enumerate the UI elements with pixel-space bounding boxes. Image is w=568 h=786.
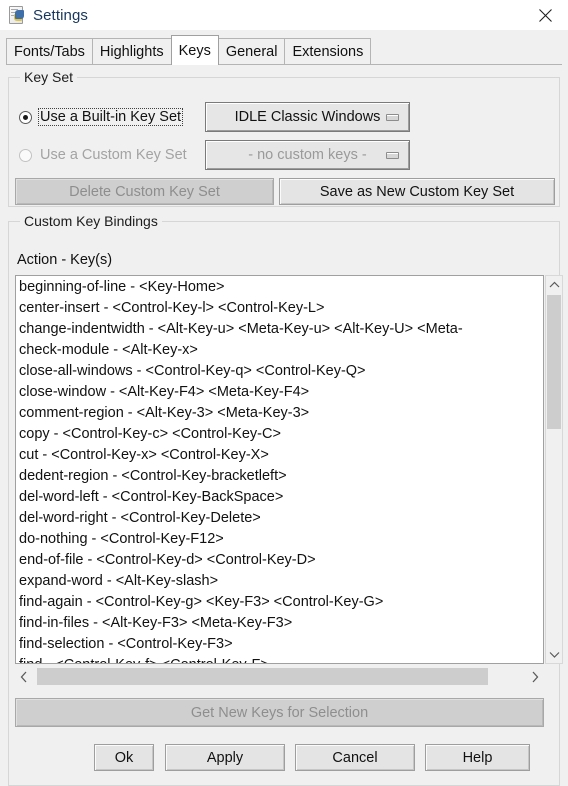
list-item[interactable]: check-module - <Alt-Key-x>: [19, 340, 543, 361]
ok-button-label: Ok: [114, 749, 134, 766]
builtin-keyset-label: Use a Built-in Key Set: [38, 108, 184, 126]
list-item[interactable]: close-all-windows - <Control-Key-q> <Con…: [19, 361, 543, 382]
list-item[interactable]: cut - <Control-Key-x> <Control-Key-X>: [19, 445, 543, 466]
custom-key-bindings-group-title: Custom Key Bindings: [20, 213, 162, 229]
python-idle-document-icon: [8, 6, 26, 24]
get-new-keys-button[interactable]: Get New Keys for Selection: [15, 698, 544, 727]
custom-keyset-dropdown[interactable]: - no custom keys -: [205, 140, 410, 170]
title-bar: Settings: [0, 0, 568, 30]
list-item[interactable]: find-in-files - <Alt-Key-F3> <Meta-Key-F…: [19, 613, 543, 634]
custom-key-bindings-group: Custom Key Bindings Action - Key(s) begi…: [8, 213, 563, 786]
list-item[interactable]: beginning-of-line - <Key-Home>: [19, 277, 543, 298]
tab-highlights[interactable]: Highlights: [91, 38, 172, 65]
key-bindings-rows: beginning-of-line - <Key-Home> center-in…: [19, 277, 543, 663]
custom-keyset-dropdown-value: - no custom keys -: [248, 147, 367, 163]
list-item[interactable]: del-word-right - <Control-Key-Delete>: [19, 508, 543, 529]
tab-label: Keys: [178, 42, 211, 59]
list-item[interactable]: find - <Control-Key-f> <Control-Key-F>: [19, 655, 543, 663]
delete-custom-keyset-button[interactable]: Delete Custom Key Set: [15, 178, 274, 205]
save-as-new-custom-keyset-button[interactable]: Save as New Custom Key Set: [279, 178, 555, 205]
help-button[interactable]: Help: [425, 744, 530, 771]
settings-tabs: Fonts/Tabs Highlights Keys General Exten…: [0, 30, 568, 65]
chevron-up-icon[interactable]: [546, 276, 562, 293]
tab-label: General: [225, 44, 278, 60]
tab-label: Fonts/Tabs: [14, 44, 85, 60]
delete-custom-keyset-label: Delete Custom Key Set: [69, 183, 220, 200]
builtin-keyset-radio-row[interactable]: Use a Built-in Key Set: [19, 108, 184, 126]
list-item[interactable]: close-window - <Alt-Key-F4> <Meta-Key-F4…: [19, 382, 543, 403]
window-title: Settings: [33, 6, 88, 24]
list-item[interactable]: end-of-file - <Control-Key-d> <Control-K…: [19, 550, 543, 571]
close-window-button[interactable]: [522, 0, 568, 30]
cancel-button[interactable]: Cancel: [295, 744, 415, 771]
key-bindings-listbox[interactable]: beginning-of-line - <Key-Home> center-in…: [15, 275, 544, 664]
custom-keyset-radio[interactable]: [19, 148, 32, 162]
builtin-keyset-dropdown[interactable]: IDLE Classic Windows: [205, 102, 410, 132]
list-item[interactable]: center-insert - <Control-Key-l> <Control…: [19, 298, 543, 319]
list-item[interactable]: do-nothing - <Control-Key-F12>: [19, 529, 543, 550]
tab-keys[interactable]: Keys: [170, 35, 219, 65]
tab-label: Extensions: [292, 44, 364, 60]
tab-fonts-tabs[interactable]: Fonts/Tabs: [6, 38, 93, 65]
vertical-scrollbar-thumb[interactable]: [547, 295, 561, 429]
key-set-group: Key Set Use a Built-in Key Set IDLE Clas…: [8, 69, 560, 207]
key-set-group-title: Key Set: [20, 69, 78, 85]
action-keys-column-header: Action - Key(s): [17, 252, 113, 268]
save-as-new-custom-keyset-label: Save as New Custom Key Set: [319, 183, 515, 200]
dropdown-indicator-icon: [386, 152, 399, 159]
help-button-label: Help: [462, 749, 493, 766]
builtin-keyset-dropdown-value: IDLE Classic Windows: [234, 109, 381, 125]
list-horizontal-scrollbar[interactable]: [15, 666, 544, 688]
apply-button[interactable]: Apply: [165, 744, 285, 771]
chevron-left-icon[interactable]: [15, 666, 33, 688]
list-item[interactable]: comment-region - <Alt-Key-3> <Meta-Key-3…: [19, 403, 543, 424]
list-item[interactable]: dedent-region - <Control-Key-bracketleft…: [19, 466, 543, 487]
custom-keyset-radio-row[interactable]: Use a Custom Key Set: [19, 146, 189, 164]
list-item[interactable]: find-again - <Control-Key-g> <Key-F3> <C…: [19, 592, 543, 613]
list-item[interactable]: copy - <Control-Key-c> <Control-Key-C>: [19, 424, 543, 445]
tab-general[interactable]: General: [217, 38, 286, 65]
chevron-right-icon[interactable]: [526, 666, 544, 688]
apply-button-label: Apply: [206, 749, 244, 766]
horizontal-scrollbar-thumb[interactable]: [37, 668, 488, 685]
tab-label: Highlights: [99, 44, 164, 60]
list-vertical-scrollbar[interactable]: [545, 275, 563, 664]
list-item[interactable]: del-word-left - <Control-Key-BackSpace>: [19, 487, 543, 508]
cancel-button-label: Cancel: [332, 749, 378, 766]
chevron-down-icon[interactable]: [546, 646, 562, 663]
list-item[interactable]: expand-word - <Alt-Key-slash>: [19, 571, 543, 592]
get-new-keys-label: Get New Keys for Selection: [190, 704, 369, 721]
ok-button[interactable]: Ok: [94, 744, 154, 771]
builtin-keyset-radio[interactable]: [19, 110, 32, 124]
list-item[interactable]: change-indentwidth - <Alt-Key-u> <Meta-K…: [19, 319, 543, 340]
keys-tab-panel: Key Set Use a Built-in Key Set IDLE Clas…: [0, 65, 568, 786]
list-item[interactable]: find-selection - <Control-Key-F3>: [19, 634, 543, 655]
tab-extensions[interactable]: Extensions: [284, 38, 372, 65]
dropdown-indicator-icon: [386, 114, 399, 121]
custom-keyset-label: Use a Custom Key Set: [40, 147, 187, 163]
